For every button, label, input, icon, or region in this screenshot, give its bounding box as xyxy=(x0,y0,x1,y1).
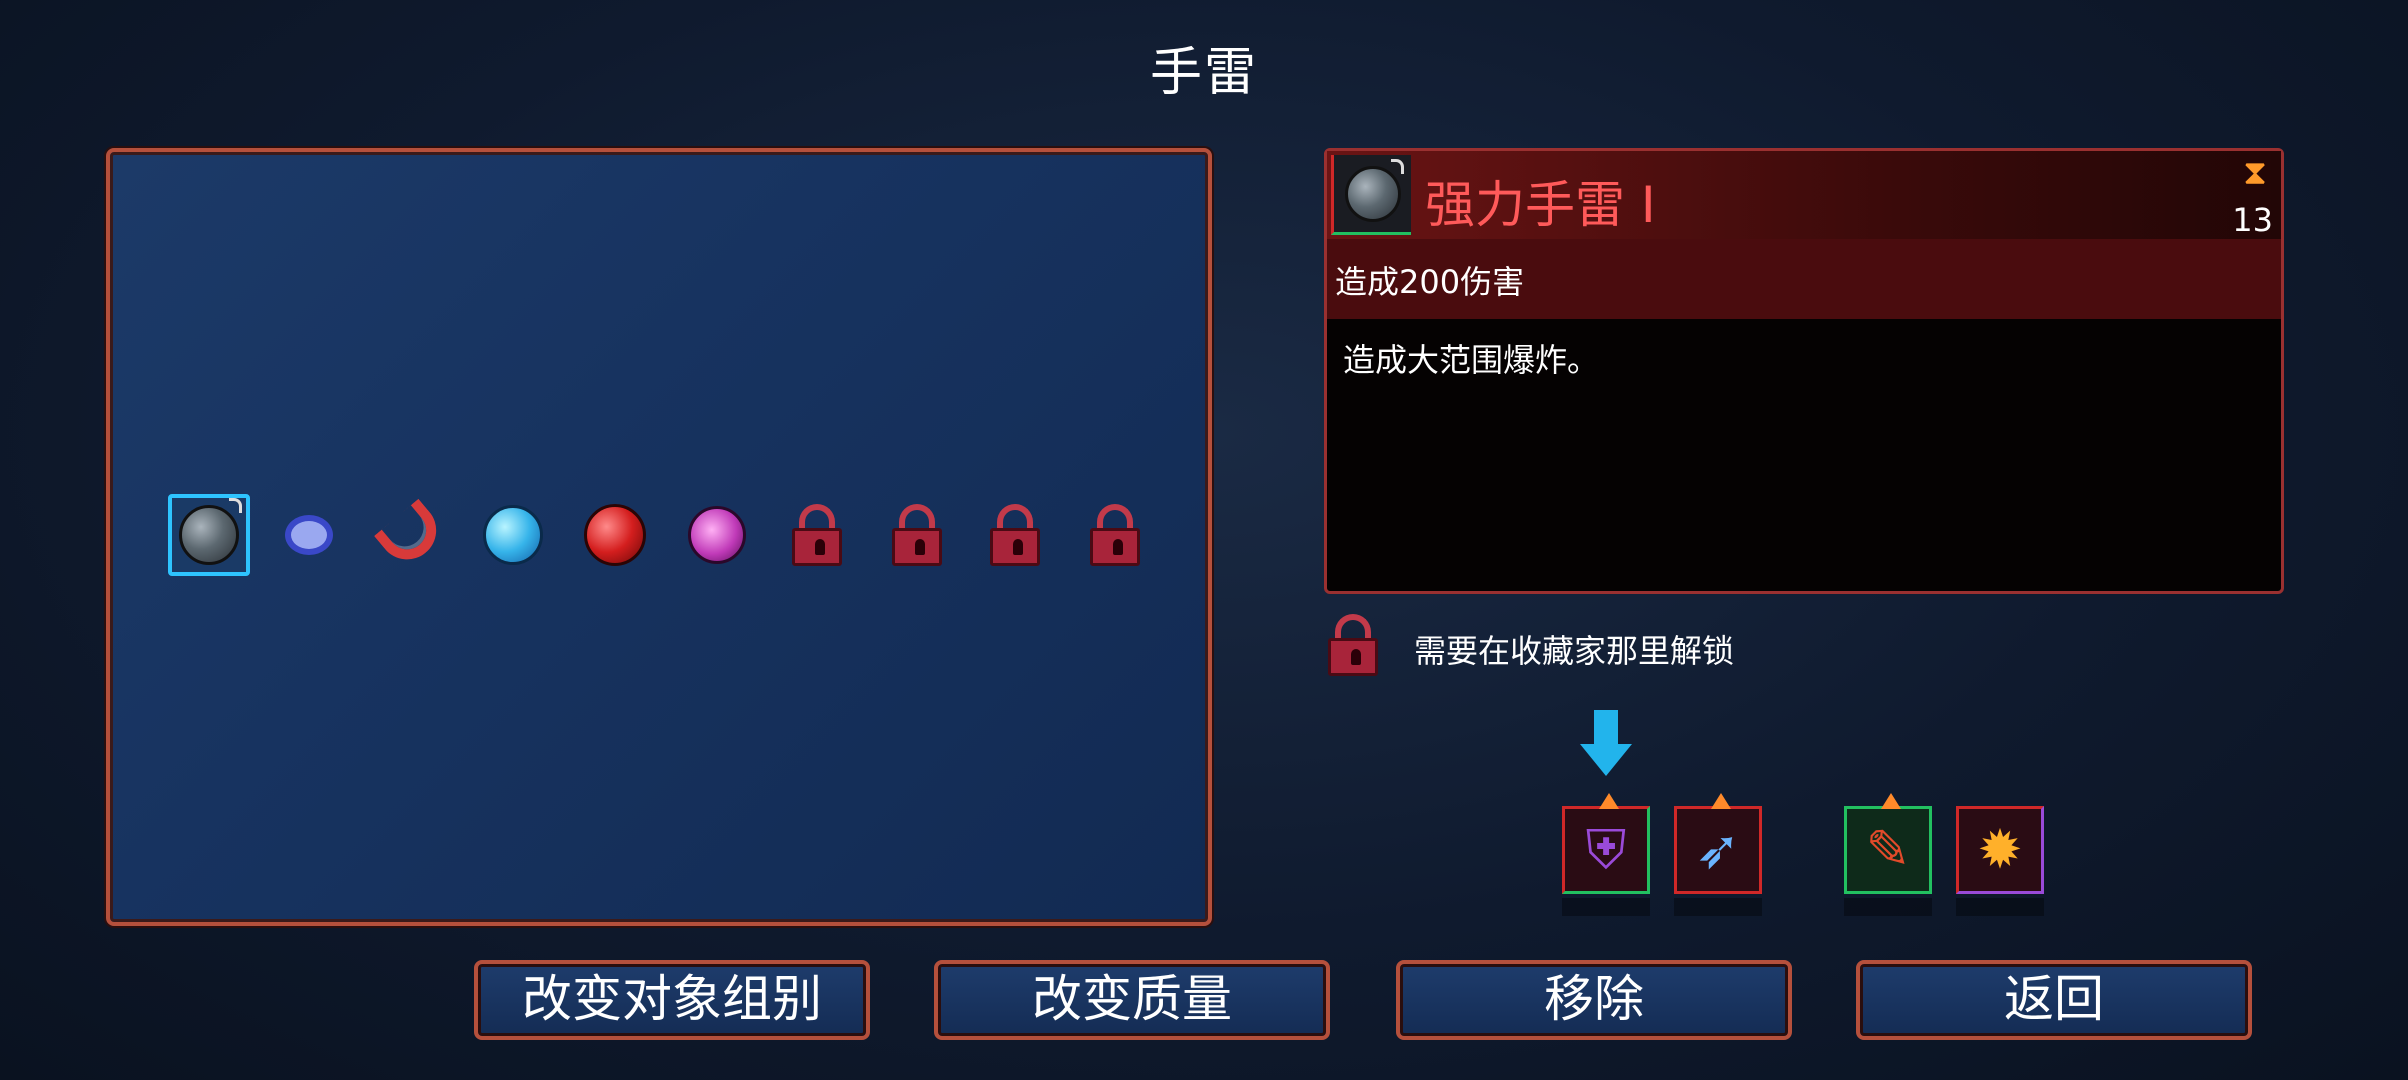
item-slot-grenade[interactable] xyxy=(168,494,250,576)
lock-icon xyxy=(1328,614,1378,676)
item-slot-magnet[interactable] xyxy=(370,494,452,576)
magnet-icon xyxy=(374,498,448,572)
unlock-requirement: 需要在收藏家那里解锁 xyxy=(1328,612,1928,682)
lock-icon xyxy=(892,504,942,566)
item-slot-poison-flask[interactable] xyxy=(676,494,758,576)
mutation-slot-4[interactable]: ✹ xyxy=(1956,806,2044,894)
green-syringe-icon: ✎ xyxy=(1865,818,1911,881)
fire-grenade-icon xyxy=(584,504,646,566)
cooldown-value: 13 xyxy=(2232,201,2273,239)
mutation-slot-1[interactable]: ⛨ xyxy=(1562,793,1650,894)
back-button[interactable]: 返回 xyxy=(1856,960,2252,1040)
mutation-shadow xyxy=(1674,898,1762,916)
item-slot-locked-1[interactable] xyxy=(776,494,858,576)
mutation-shadow xyxy=(1844,898,1932,916)
mutation-slot-2[interactable]: ➶ xyxy=(1674,793,1762,894)
ice-grenade-icon xyxy=(483,505,543,565)
detail-header: 强力手雷 I ⧗ 13 xyxy=(1327,151,2281,239)
remove-button[interactable]: 移除 xyxy=(1396,960,1792,1040)
grenade-icon xyxy=(179,498,242,565)
item-slot-locked-3[interactable] xyxy=(974,494,1056,576)
change-quality-button[interactable]: 改变质量 xyxy=(934,960,1330,1040)
item-slot-ring[interactable] xyxy=(268,494,350,576)
detail-item-name: 强力手雷 I xyxy=(1425,176,1656,234)
change-group-button[interactable]: 改变对象组别 xyxy=(474,960,870,1040)
detail-stat-bar: 造成200伤害 xyxy=(1327,239,2281,319)
mutation-slot-3[interactable]: ✎ xyxy=(1844,793,1932,894)
poison-flask-icon xyxy=(688,506,746,564)
item-slot-ice-grenade[interactable] xyxy=(472,494,554,576)
item-slot-locked-2[interactable] xyxy=(876,494,958,576)
down-arrow-icon xyxy=(1580,710,1632,780)
page-title: 手雷 xyxy=(1149,43,1258,103)
lock-icon xyxy=(990,504,1040,566)
flame-icon: ✹ xyxy=(1977,818,2023,881)
lock-icon xyxy=(792,504,842,566)
unlock-text: 需要在收藏家那里解锁 xyxy=(1414,632,1735,670)
purple-shield-icon: ⛨ xyxy=(1585,818,1627,881)
mutation-shadow xyxy=(1562,898,1650,916)
items-row xyxy=(168,494,1168,576)
item-slot-locked-4[interactable] xyxy=(1074,494,1156,576)
item-detail-panel: 强力手雷 I ⧗ 13 造成200伤害 造成大范围爆炸。 xyxy=(1324,148,2284,594)
detail-stat: 造成200伤害 xyxy=(1335,263,1525,301)
item-grid-panel xyxy=(106,148,1212,926)
item-slot-fire-grenade[interactable] xyxy=(574,494,656,576)
hourglass-icon: ⧗ xyxy=(2243,153,2267,193)
detail-item-icon xyxy=(1331,155,1411,235)
lock-icon xyxy=(1090,504,1140,566)
blue-arrow-icon: ➶ xyxy=(1695,818,1741,881)
ring-icon xyxy=(285,515,333,555)
detail-description: 造成大范围爆炸。 xyxy=(1343,341,1600,379)
grenade-icon xyxy=(1344,158,1404,222)
mutation-shadow xyxy=(1956,898,2044,916)
